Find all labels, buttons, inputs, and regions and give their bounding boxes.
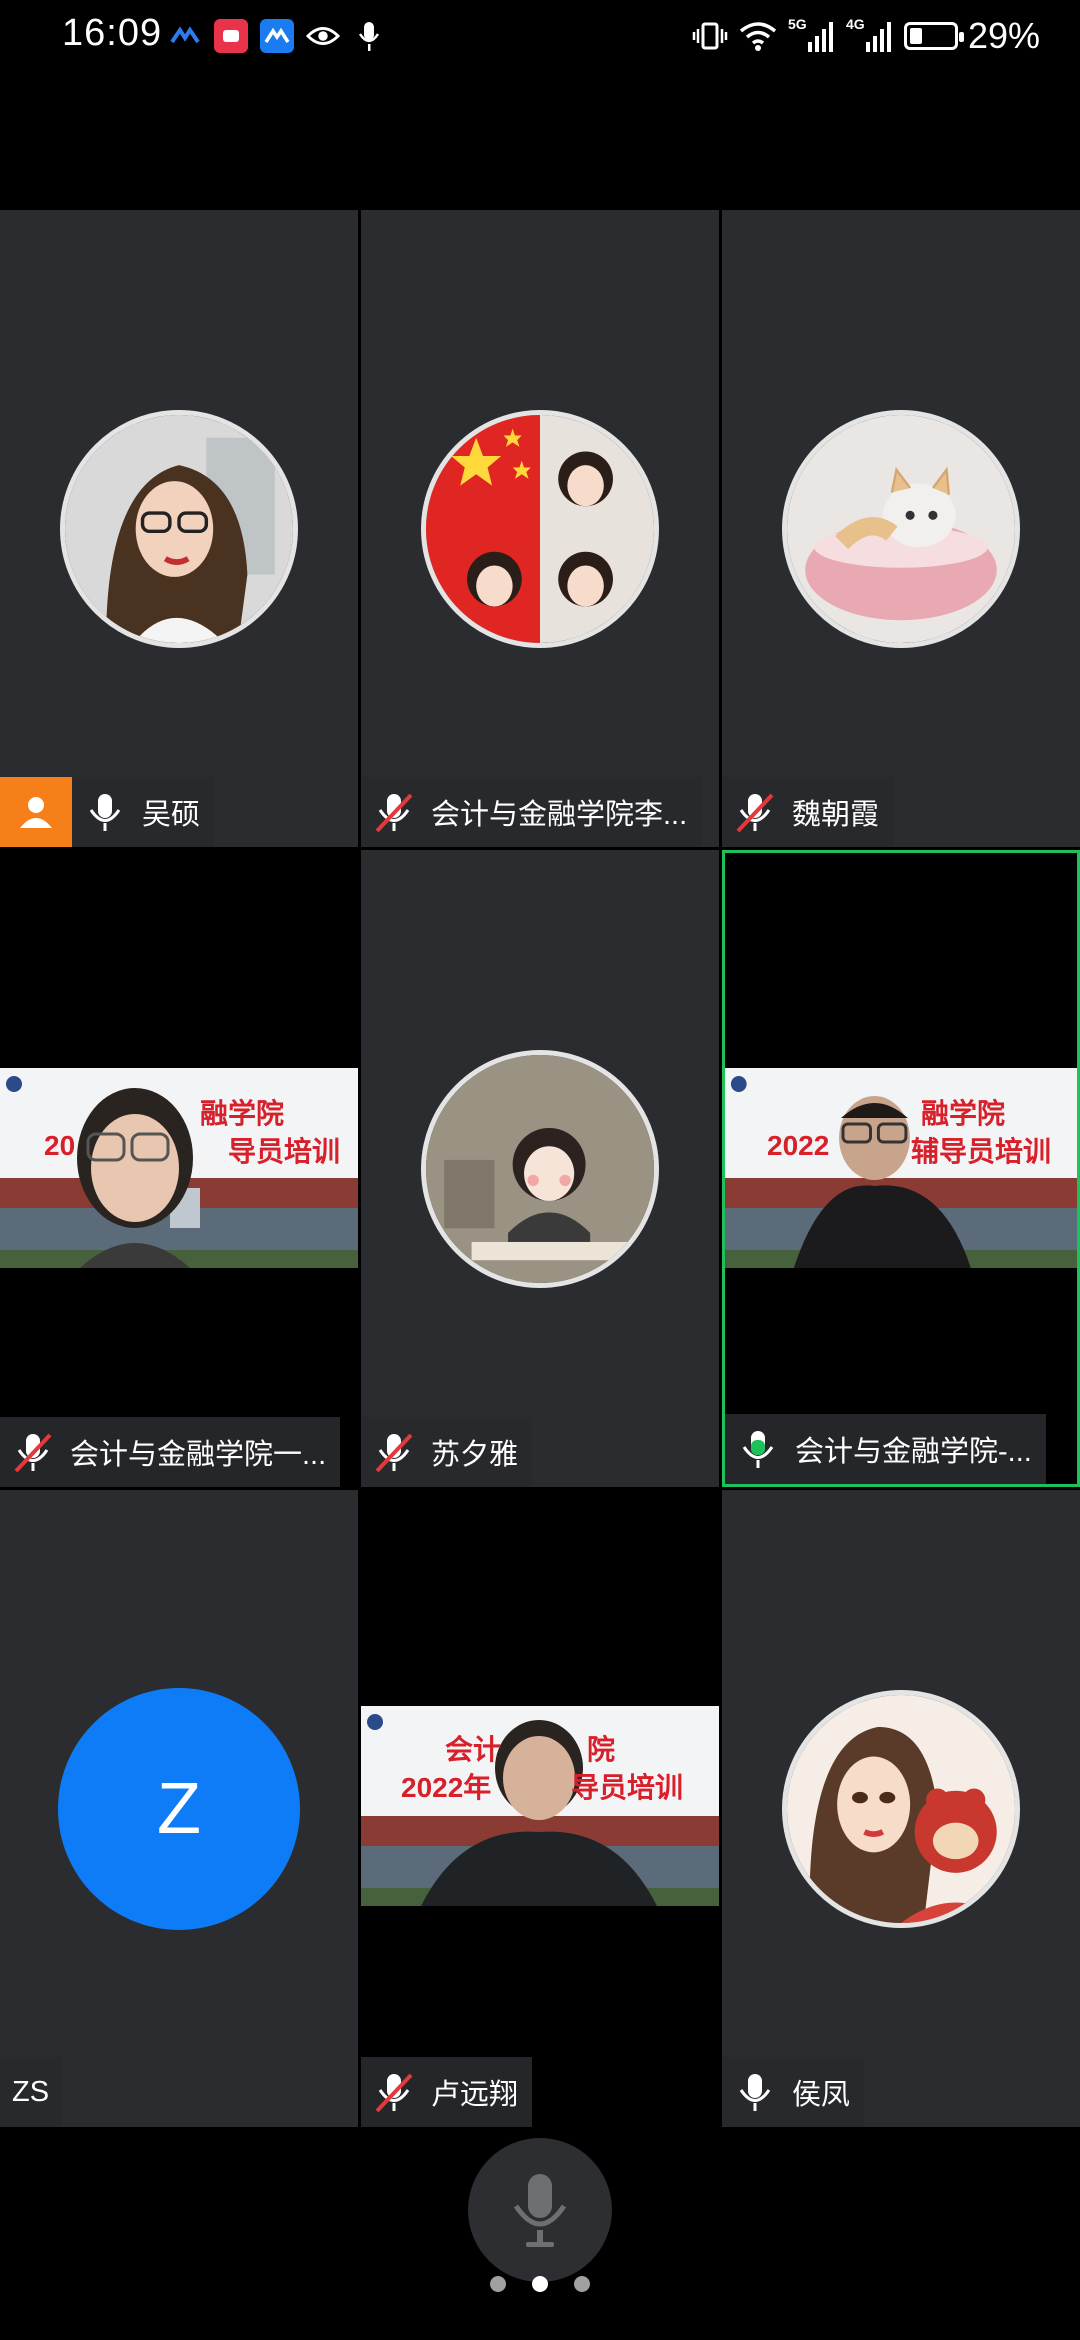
page-dot[interactable]: [532, 2276, 548, 2292]
participant-letter-avatar: Z: [58, 1688, 300, 1930]
participant-tile[interactable]: 会计与金融学院李...: [361, 210, 719, 847]
mic-muted-icon: [736, 793, 774, 833]
participant-video: 融学院 2022 辅导员培训: [725, 1068, 1077, 1268]
status-time: 16:09: [62, 12, 163, 54]
wifi-icon: [739, 22, 777, 51]
participant-tile[interactable]: 会计 院 2022年 导员培训 卢远翔: [361, 1490, 719, 2127]
page-dot[interactable]: [490, 2276, 506, 2292]
mic-speaking-icon: [742, 1431, 774, 1468]
participant-name: 会计与金融学院-...: [795, 1436, 1032, 1468]
participant-name-tag: 侯凤: [722, 2057, 865, 2127]
signal-4g-icon: 4G: [846, 16, 894, 54]
participant-name-tag: 卢远翔: [361, 2057, 533, 2127]
mic-on-icon: [89, 794, 121, 831]
participant-name-tag: 吴硕: [72, 777, 215, 847]
video-banner-line1-a: 会计: [445, 1734, 502, 1765]
battery-level: [909, 28, 923, 44]
video-banner-line2-a: 2022年: [401, 1772, 492, 1803]
participant-video: 会计 院 2022年 导员培训: [361, 1706, 719, 1906]
participant-name-tag: 苏夕雅: [361, 1417, 533, 1487]
battery-icon: [903, 22, 964, 50]
mic-muted-icon: [14, 1433, 52, 1473]
pinduoduo-icon: [214, 19, 248, 53]
participant-name-tag: 会计与金融学院一...: [0, 1417, 341, 1487]
participant-name: 苏夕雅: [431, 1439, 519, 1471]
participant-name-tag: 会计与金融学院李...: [361, 777, 702, 847]
video-banner-line1: 融学院: [921, 1098, 1006, 1129]
video-banner-line2: 导员培训: [228, 1136, 341, 1167]
participant-video: 融学院 20 导员培训: [0, 1068, 358, 1268]
participant-avatar: [421, 410, 659, 648]
participant-name: 会计与金融学院一...: [70, 1439, 327, 1471]
app-notification-icon: [168, 19, 202, 53]
status-right: 5G 4G 29%: [692, 14, 1040, 58]
participant-name-tag: 会计与金融学院-...: [725, 1414, 1046, 1484]
mic-on-icon: [739, 2074, 771, 2111]
participant-tile[interactable]: 吴硕: [0, 210, 358, 847]
eye-icon: [306, 19, 340, 53]
status-bar: 16:09 5G 4G 29%: [0, 0, 1080, 80]
participant-name-tag: ZS: [0, 2057, 62, 2127]
participant-avatar: [60, 410, 298, 648]
participant-name: 会计与金融学院李...: [431, 799, 688, 831]
page-dot[interactable]: [574, 2276, 590, 2292]
video-banner-line1: 融学院: [200, 1098, 285, 1129]
participant-grid: 吴硕 会计与金融学院李... 魏朝霞 融学院 20 导员培训 会计与金融学院一.…: [0, 210, 1080, 2130]
host-badge-icon: [0, 777, 72, 847]
participant-tile[interactable]: Z ZS: [0, 1490, 358, 2127]
video-banner-year: 20: [44, 1130, 76, 1161]
mic-icon: [352, 19, 386, 53]
mic-muted-icon: [375, 1433, 413, 1473]
video-banner-year: 2022: [767, 1130, 830, 1161]
video-banner-line2-b: 导员培训: [571, 1772, 684, 1803]
participant-tile[interactable]: 融学院 20 导员培训 会计与金融学院一...: [0, 850, 358, 1487]
notification-icons: [168, 16, 386, 56]
participant-name-tag: 魏朝霞: [722, 777, 894, 847]
participant-name: 吴硕: [142, 799, 201, 831]
participant-avatar: [782, 410, 1020, 648]
participant-avatar: [782, 1690, 1020, 1928]
participant-tile-active-speaker[interactable]: 融学院 2022 辅导员培训 会计与金融学院-...: [722, 850, 1080, 1487]
participant-tile[interactable]: 苏夕雅: [361, 850, 719, 1487]
participant-name: 魏朝霞: [792, 799, 880, 831]
participant-name: 卢远翔: [431, 2079, 519, 2111]
video-banner-line2: 辅导员培训: [911, 1136, 1052, 1167]
mic-icon: [513, 2174, 567, 2247]
app-icon: [260, 19, 294, 53]
participant-name: ZS: [12, 2075, 50, 2108]
participant-tile[interactable]: 魏朝霞: [722, 210, 1080, 847]
mic-muted-icon: [375, 2073, 413, 2113]
video-banner-line1-b: 院: [587, 1734, 616, 1765]
signal-5g-icon: 5G: [788, 16, 836, 54]
unmute-mic-button[interactable]: [468, 2138, 612, 2282]
vibrate-icon: [692, 22, 728, 50]
participant-tile[interactable]: 侯凤: [722, 1490, 1080, 2127]
page-indicator[interactable]: [490, 2276, 590, 2292]
battery-percent: 29%: [967, 15, 1040, 56]
participant-name: 侯凤: [792, 2079, 851, 2111]
participant-avatar: [421, 1050, 659, 1288]
mic-muted-icon: [375, 793, 413, 833]
